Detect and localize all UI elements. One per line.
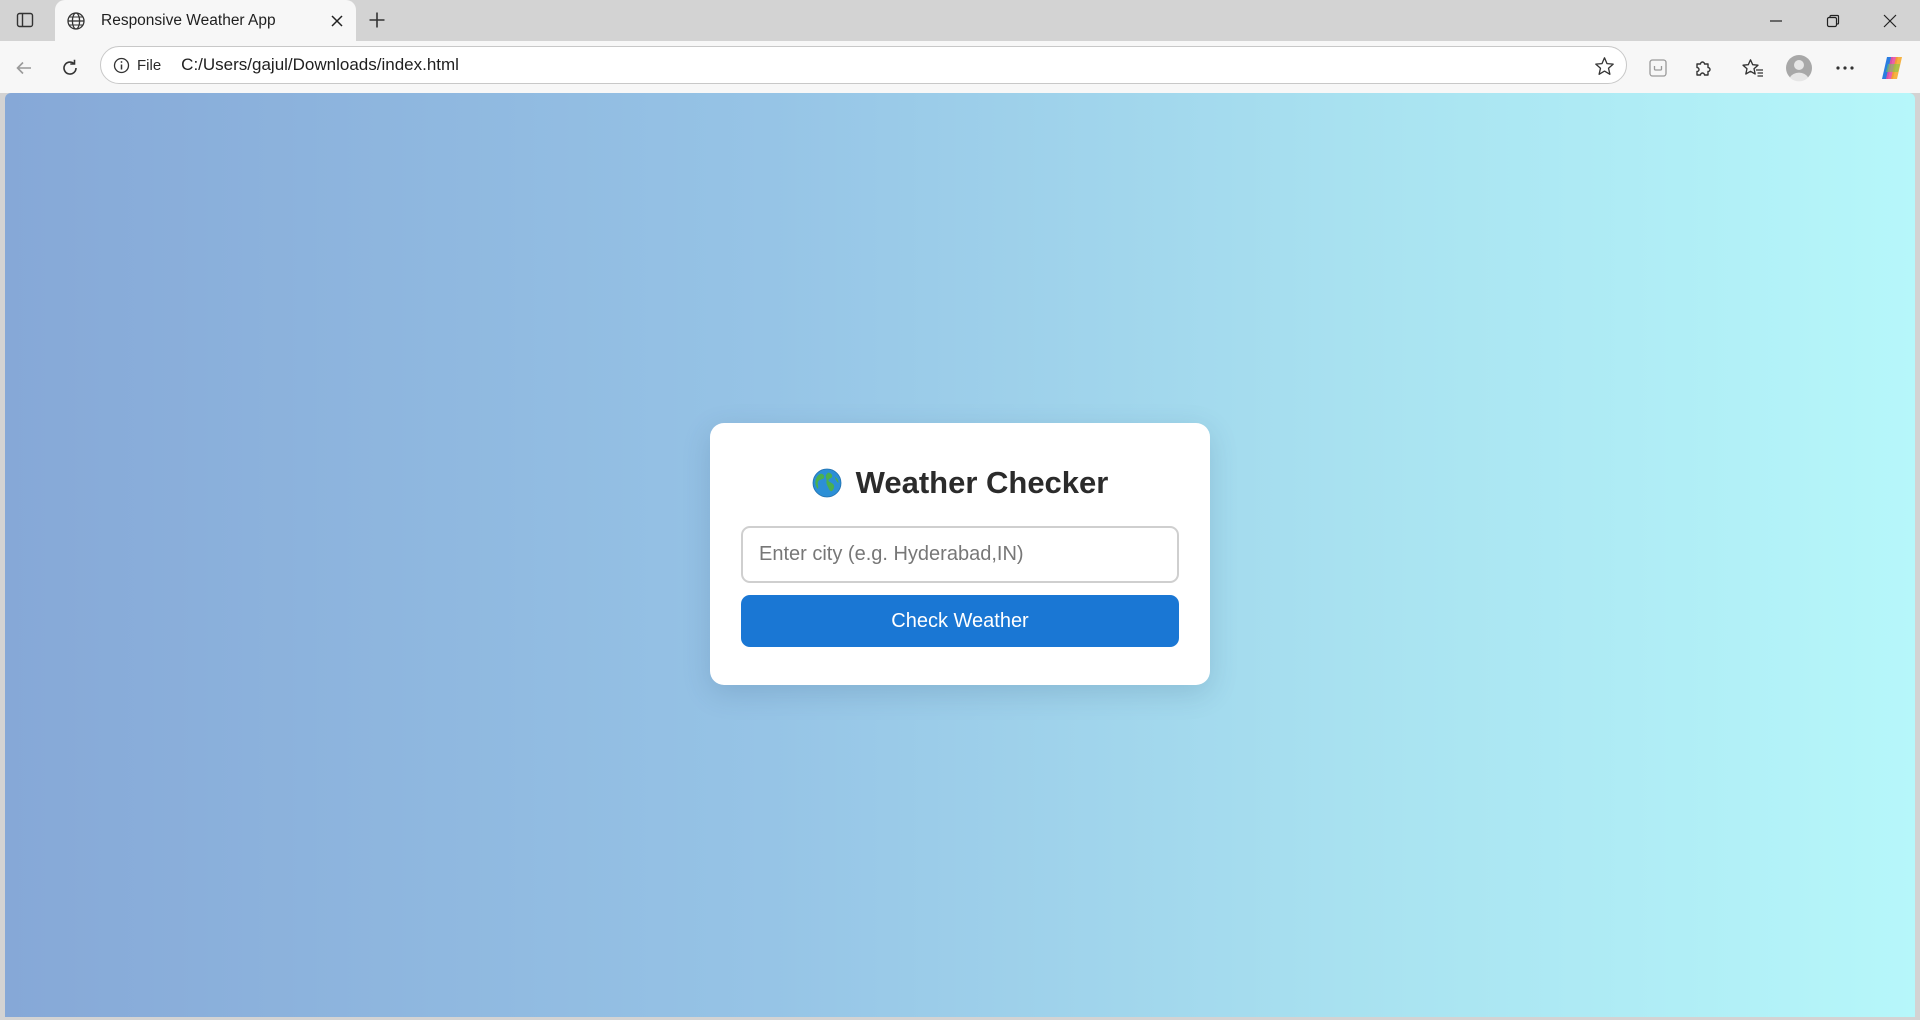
star-icon[interactable]: [1592, 54, 1616, 78]
reload-button[interactable]: [52, 50, 88, 86]
profile-button[interactable]: [1781, 50, 1817, 86]
copilot-button[interactable]: [1874, 50, 1910, 86]
weather-card: Weather Checker Check Weather: [710, 423, 1210, 685]
address-bar[interactable]: File C:/Users/gajul/Downloads/index.html: [100, 46, 1627, 84]
minimize-button[interactable]: [1748, 0, 1804, 41]
page-viewport: Weather Checker Check Weather: [5, 93, 1915, 1017]
address-scheme-label: File: [137, 56, 162, 74]
check-weather-button[interactable]: Check Weather: [741, 595, 1179, 647]
extensions-button[interactable]: [1685, 50, 1721, 86]
favorites-icon: [1742, 59, 1763, 77]
avatar-icon: [1786, 55, 1812, 82]
info-icon[interactable]: [111, 55, 131, 75]
more-options-button[interactable]: [1827, 50, 1863, 86]
close-icon: [331, 15, 343, 27]
browser-tab[interactable]: Responsive Weather App: [55, 0, 356, 41]
split-screen-button[interactable]: [1640, 50, 1676, 86]
tab-close-button[interactable]: [324, 8, 350, 34]
restore-icon: [1826, 14, 1840, 27]
plus-icon: [369, 12, 385, 28]
globe-icon: [65, 10, 87, 32]
tab-actions-icon: [16, 12, 34, 28]
more-icon: [1836, 66, 1854, 70]
copilot-icon: [1882, 57, 1902, 79]
tab-title: Responsive Weather App: [101, 11, 276, 29]
tab-actions-button[interactable]: [10, 5, 40, 35]
back-button[interactable]: [6, 50, 42, 86]
tab-strip: Responsive Weather App: [0, 0, 1920, 41]
earth-globe-icon: [812, 468, 842, 498]
page-title: Weather Checker: [855, 465, 1109, 500]
city-search-input[interactable]: [741, 526, 1179, 583]
new-tab-button[interactable]: [362, 5, 392, 35]
address-url[interactable]: C:/Users/gajul/Downloads/index.html: [181, 55, 459, 75]
browser-window: Responsive Weather App File C:/Users/gaj…: [0, 0, 1920, 1020]
window-close-button[interactable]: [1862, 0, 1918, 41]
close-icon: [1883, 14, 1897, 27]
back-arrow-icon: [16, 61, 31, 75]
card-heading: Weather Checker: [710, 463, 1210, 503]
favorites-button[interactable]: [1735, 50, 1771, 86]
split-screen-icon: [1649, 59, 1667, 77]
browser-toolbar: File C:/Users/gajul/Downloads/index.html: [0, 41, 1920, 93]
minimize-icon: [1770, 19, 1782, 22]
puzzle-icon: [1696, 61, 1711, 76]
restore-button[interactable]: [1805, 0, 1861, 41]
reload-icon: [63, 59, 77, 75]
